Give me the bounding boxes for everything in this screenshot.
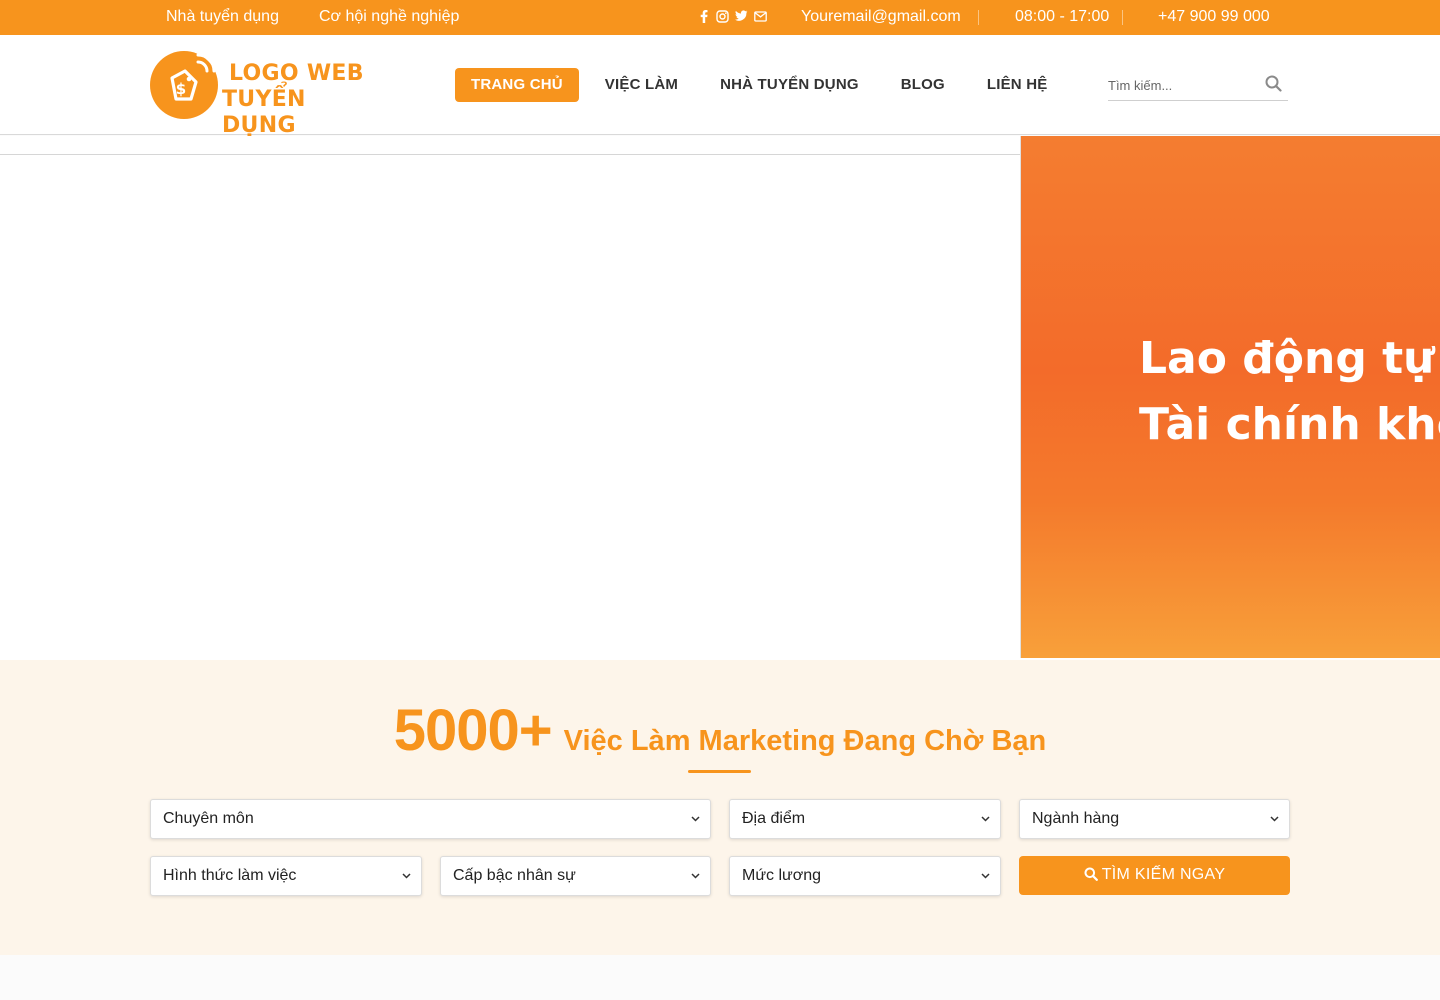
level-select[interactable]: Cấp bậc nhân sự (440, 856, 711, 896)
logo-line-2: TUYỂN DỤNG (222, 87, 306, 138)
work-type-select-value: Hình thức làm việc (163, 867, 297, 884)
site-logo[interactable]: $ LOGO WEB TUYỂN DỤNG (150, 51, 380, 138)
chevron-down-icon (981, 816, 990, 822)
logo-emblem-icon: $ (150, 51, 218, 119)
job-count: 5000+ (393, 698, 553, 763)
search-icon[interactable] (1265, 75, 1282, 97)
chevron-down-icon (691, 816, 700, 822)
chevron-down-icon (1270, 816, 1279, 822)
chevron-down-icon (402, 873, 411, 879)
industry-select[interactable]: Ngành hàng (1019, 799, 1290, 839)
svg-text:$: $ (176, 80, 186, 98)
salary-select-value: Mức lương (742, 867, 822, 884)
nav-contact[interactable]: LIÊN HỆ (987, 68, 1048, 102)
envelope-icon[interactable] (754, 9, 767, 23)
level-select-value: Cấp bậc nhân sự (453, 867, 576, 884)
banner-line-1: Lao động tự c (1139, 333, 1440, 384)
top-bar: Nhà tuyển dụng Cơ hội nghề nghiệp Yourem… (0, 0, 1440, 35)
twitter-icon[interactable] (735, 9, 748, 23)
logo-line-1: LOGO WEB (229, 61, 364, 86)
top-email[interactable]: Youremail@gmail.com (801, 8, 961, 26)
search-now-button[interactable]: TÌM KIẾM NGAY (1019, 856, 1290, 895)
social-links (697, 9, 767, 23)
logo-text: LOGO WEB TUYỂN DỤNG (222, 61, 380, 139)
specialty-select-value: Chuyên môn (163, 810, 254, 827)
chevron-down-icon (691, 873, 700, 879)
location-select-value: Địa điểm (742, 810, 806, 827)
facebook-icon[interactable] (697, 9, 710, 23)
banner-text: Lao động tự c Tài chính khô (1139, 326, 1440, 458)
main-nav: TRANG CHỦ VIỆC LÀM NHÀ TUYỂN DỤNG BLOG L… (455, 68, 1089, 102)
top-phone[interactable]: +47 900 99 000 (1158, 8, 1270, 26)
work-type-select[interactable]: Hình thức làm việc (150, 856, 422, 896)
site-header: $ LOGO WEB TUYỂN DỤNG TRANG CHỦ VIỆC LÀM… (0, 35, 1440, 138)
specialty-select[interactable]: Chuyên môn (150, 799, 711, 839)
instagram-icon[interactable] (716, 9, 729, 23)
promo-banner[interactable]: Lao động tự c Tài chính khô (1020, 136, 1440, 658)
industry-select-value: Ngành hàng (1032, 810, 1120, 827)
nav-employers[interactable]: NHÀ TUYỂN DỤNG (720, 68, 859, 102)
top-hours: 08:00 - 17:00 (1015, 8, 1110, 25)
top-link-employers[interactable]: Nhà tuyển dụng (166, 8, 279, 26)
search-now-label: TÌM KIẾM NGAY (1101, 866, 1226, 883)
job-search-section: 5000+ Việc Làm Marketing Đang Chờ Bạn Chu… (0, 660, 1440, 955)
chevron-down-icon (981, 873, 990, 879)
section-headline: 5000+ Việc Làm Marketing Đang Chờ Bạn (0, 697, 1440, 764)
top-divider (978, 10, 979, 25)
headline-text: Việc Làm Marketing Đang Chờ Bạn (563, 725, 1047, 757)
headline-underline (688, 770, 751, 773)
header-search (1108, 73, 1288, 101)
nav-jobs[interactable]: VIỆC LÀM (605, 68, 678, 102)
hero-divider (0, 154, 1020, 155)
search-icon (1084, 867, 1098, 881)
nav-blog[interactable]: BLOG (901, 68, 945, 102)
nav-home[interactable]: TRANG CHỦ (455, 68, 579, 102)
salary-select[interactable]: Mức lương (729, 856, 1001, 896)
search-input[interactable] (1108, 73, 1258, 97)
banner-line-2: Tài chính khô (1139, 399, 1440, 450)
location-select[interactable]: Địa điểm (729, 799, 1001, 839)
top-divider (1122, 10, 1123, 25)
hero-area: Lao động tự c Tài chính khô (0, 136, 1440, 660)
top-link-career[interactable]: Cơ hội nghề nghiệp (319, 8, 459, 26)
